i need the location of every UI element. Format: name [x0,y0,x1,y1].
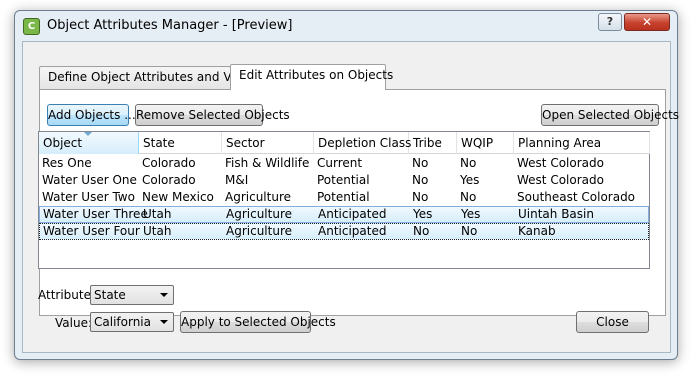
app-icon: C [23,18,40,35]
table-cell: Water User Three [43,207,148,221]
table-cell: M&I [225,173,249,187]
table-cell: Agriculture [226,224,292,238]
table-cell: Utah [143,224,172,238]
table-cell: No [460,156,477,170]
remove-selected-objects-button[interactable]: Remove Selected Objects [135,104,290,126]
column-header-label: Object [43,136,83,150]
apply-to-selected-objects-button[interactable]: Apply to Selected Objects [180,311,336,333]
table-cell: Agriculture [226,207,292,221]
table-cell: West Colorado [517,173,604,187]
table-cell: Potential [317,173,370,187]
table-cell: Uintah Basin [518,207,594,221]
window-title: Object Attributes Manager - [Preview] [47,18,293,33]
table-cell: Water User Two [42,190,135,204]
table-cell: Fish & Wildlife [225,156,310,170]
table-cell: No [412,173,429,187]
tab-define-attributes[interactable]: Define Object Attributes and Values [39,66,263,89]
column-header-depletion-class[interactable]: Depletion Class [314,132,411,154]
table-cell: Yes [460,173,480,187]
help-button[interactable]: ? [598,13,622,31]
table-cell: Anticipated [318,224,387,238]
tab-edit-attributes[interactable]: Edit Attributes on Objects [230,64,393,90]
table-cell: Water User One [42,173,137,187]
close-window-button[interactable]: ✕ [624,13,670,31]
table-cell: Anticipated [318,207,387,221]
column-header-wqip[interactable]: WQIP [457,132,514,154]
table-cell: Utah [143,207,172,221]
table-row[interactable]: Water User Three Utah Agriculture Anticipat… [39,206,649,223]
chevron-down-icon [160,293,168,297]
table-cell: Southeast Colorado [517,190,636,204]
table-row[interactable]: Res One Colorado Fish & Wildlife Current No N… [39,155,649,172]
table-cell: Potential [317,190,370,204]
column-header-object[interactable]: Object [39,132,139,154]
sort-ascending-icon [84,132,92,136]
table-cell: Agriculture [225,190,291,204]
table-cell: No [413,224,430,238]
table-cell: Colorado [142,173,196,187]
table-cell: Yes [461,207,481,221]
table-cell: New Mexico [142,190,214,204]
table-cell: No [412,190,429,204]
title-bar[interactable]: C Object Attributes Manager - [Preview] … [15,11,677,41]
table-cell: West Colorado [517,156,604,170]
table-cell: Colorado [142,156,196,170]
objects-table[interactable]: Object State Sector Depletion Class Trib… [38,131,650,269]
column-header-tribe[interactable]: Tribe [409,132,457,154]
column-header-sector[interactable]: Sector [222,132,314,154]
attribute-select-value: State [94,288,126,302]
table-row[interactable]: Water User One Colorado M&I Potential No Yes W… [39,172,649,189]
table-cell: No [412,156,429,170]
table-cell: No [461,224,478,238]
column-header-planning-area[interactable]: Planning Area [514,132,650,154]
table-cell: Current [317,156,363,170]
table-cell: No [460,190,477,204]
value-label: Value: [55,316,92,330]
table-cell: Kanab [518,224,556,238]
table-row[interactable]: Water User Two New Mexico Agriculture Poten… [39,189,649,206]
table-cell: Yes [413,207,433,221]
attribute-select[interactable]: State [90,285,174,305]
attribute-label: Attribute: [38,288,96,302]
close-button[interactable]: Close [576,311,649,333]
column-header-state[interactable]: State [139,132,222,154]
table-cell: Water User Four [43,224,140,238]
table-header: Object State Sector Depletion Class Trib… [39,132,650,154]
open-selected-objects-button[interactable]: Open Selected Objects [541,104,679,126]
table-row[interactable]: Water User Four Utah Agriculture Anticipate… [39,223,649,240]
value-select[interactable]: California [90,312,174,332]
chevron-down-icon [160,320,168,324]
table-cell: Res One [42,156,92,170]
value-select-value: California [94,315,151,329]
add-objects-button[interactable]: Add Objects ... [47,104,136,126]
